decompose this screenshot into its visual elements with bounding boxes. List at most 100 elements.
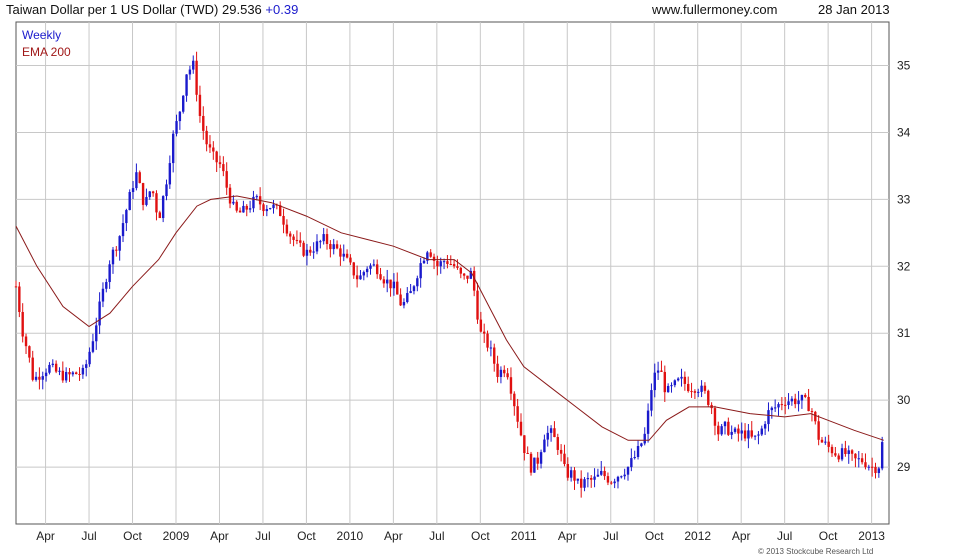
- candle-body: [519, 421, 523, 436]
- candle-body: [322, 234, 325, 242]
- candle-body: [486, 333, 489, 348]
- candle-body: [817, 421, 820, 440]
- candle-body: [349, 257, 352, 263]
- candle-body: [747, 430, 750, 439]
- candle-body: [299, 240, 302, 243]
- candle-body: [807, 396, 810, 412]
- candle-body: [262, 204, 265, 212]
- candle-body: [61, 370, 65, 381]
- x-tick-label: 2012: [684, 529, 711, 543]
- candle-body: [529, 453, 533, 473]
- candle-body: [864, 462, 867, 468]
- x-tick-label: 2009: [163, 529, 190, 543]
- candle-body: [125, 210, 128, 224]
- candle-body: [85, 364, 88, 368]
- candle-body: [155, 193, 158, 213]
- candle-body: [265, 209, 269, 212]
- candle-body: [121, 223, 125, 237]
- candle-body: [566, 464, 570, 478]
- x-tick-label: Jul: [255, 529, 270, 543]
- x-tick-label: 2010: [337, 529, 364, 543]
- candle-body: [590, 478, 593, 480]
- candle-body: [439, 261, 442, 267]
- candle-body: [352, 262, 355, 276]
- x-tick-label: Jul: [81, 529, 96, 543]
- candle-body: [182, 95, 185, 112]
- x-axis-ticks: Apr Jul Oct 2009 Apr Jul Oct 2010 Apr Jul Oct 2011 A…: [36, 529, 885, 543]
- candle-body: [138, 172, 141, 184]
- candle-body: [466, 275, 469, 279]
- legend-ema-200: EMA 200: [22, 45, 71, 59]
- x-tick-label: 2011: [511, 529, 537, 543]
- candle-body: [98, 301, 101, 326]
- candle-body: [847, 450, 850, 455]
- candle-body: [857, 458, 860, 460]
- candle-body: [646, 410, 650, 434]
- candle-body: [666, 385, 670, 393]
- candle-body: [31, 357, 34, 380]
- candle-body: [21, 311, 24, 337]
- candle-body: [496, 363, 499, 377]
- candle-body: [235, 201, 238, 211]
- candle-body: [38, 376, 41, 380]
- candle-body: [225, 171, 228, 188]
- candle-body: [800, 394, 804, 401]
- candle-body: [660, 370, 663, 372]
- candle-body: [362, 272, 366, 276]
- candle-body: [790, 398, 794, 402]
- candle-body: [198, 94, 202, 116]
- candle-body: [623, 474, 626, 477]
- candle-body: [145, 197, 148, 205]
- candle-body: [794, 398, 797, 405]
- candle-body: [586, 478, 590, 480]
- x-tick-label: Jul: [429, 529, 444, 543]
- candle-body: [499, 369, 503, 377]
- candle-body: [683, 376, 687, 384]
- candle-body: [232, 201, 235, 204]
- candle-body: [449, 264, 452, 266]
- candle-body: [533, 457, 536, 473]
- candle-body: [773, 407, 777, 409]
- candle-body: [844, 448, 847, 455]
- candle-body: [91, 341, 95, 352]
- candle-body: [402, 302, 406, 306]
- candle-body: [663, 371, 666, 393]
- candle-body: [242, 205, 245, 213]
- candle-body: [228, 187, 232, 204]
- candle-body: [335, 244, 339, 249]
- candle-body: [382, 279, 386, 284]
- candle-body: [71, 372, 75, 375]
- candle-body: [422, 260, 426, 264]
- candle-body: [650, 390, 653, 411]
- candle-body: [743, 430, 747, 439]
- candle-body: [432, 256, 436, 261]
- candle-body: [703, 385, 707, 391]
- candle-body: [345, 253, 349, 258]
- y-tick-label: 30: [897, 393, 911, 407]
- candle-body: [750, 430, 753, 437]
- candle-body: [215, 151, 218, 163]
- x-tick-label: Oct: [297, 529, 316, 543]
- candle-body: [804, 394, 807, 397]
- candle-body: [115, 249, 118, 251]
- candle-body: [697, 391, 700, 393]
- candle-body: [218, 162, 222, 165]
- candle-body: [208, 144, 212, 148]
- candle-body: [312, 251, 315, 253]
- candle-body: [770, 407, 774, 411]
- candle-body: [409, 291, 412, 294]
- candle-body: [14, 286, 18, 288]
- candle-body: [549, 428, 553, 433]
- x-tick-label: Oct: [819, 529, 838, 543]
- candle-body: [493, 347, 496, 364]
- candle-body: [34, 376, 38, 380]
- candle-body: [175, 121, 178, 134]
- candle-body: [613, 481, 616, 484]
- candle-body: [690, 391, 693, 393]
- candle-body: [479, 319, 483, 332]
- x-tick-label: Jul: [777, 529, 792, 543]
- candle-body: [28, 346, 31, 358]
- candle-body: [325, 234, 329, 244]
- candle-body: [315, 241, 319, 252]
- candle-body: [188, 69, 192, 75]
